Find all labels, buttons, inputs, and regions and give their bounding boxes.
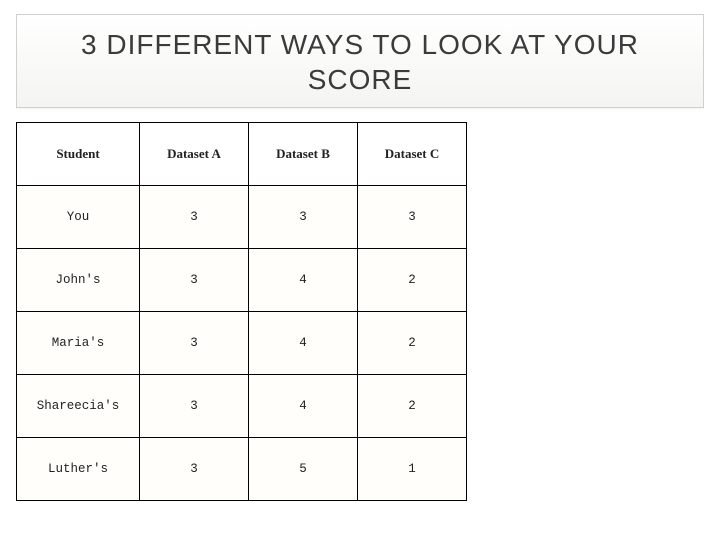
table-row: You 3 3 3 <box>17 186 467 249</box>
cell-dataset-a: 3 <box>140 438 249 501</box>
cell-dataset-a: 3 <box>140 186 249 249</box>
cell-dataset-c: 3 <box>358 186 467 249</box>
cell-dataset-b: 4 <box>249 249 358 312</box>
col-header-dataset-a: Dataset A <box>140 123 249 186</box>
cell-dataset-c: 2 <box>358 375 467 438</box>
cell-dataset-b: 4 <box>249 375 358 438</box>
cell-dataset-a: 3 <box>140 312 249 375</box>
cell-student: Luther's <box>17 438 140 501</box>
title-block: 3 DIFFERENT WAYS TO LOOK AT YOUR SCORE <box>16 14 704 108</box>
cell-dataset-c: 1 <box>358 438 467 501</box>
col-header-dataset-c: Dataset C <box>358 123 467 186</box>
score-table: Student Dataset A Dataset B Dataset C Yo… <box>16 122 467 501</box>
cell-student: Maria's <box>17 312 140 375</box>
page-title: 3 DIFFERENT WAYS TO LOOK AT YOUR SCORE <box>27 27 693 97</box>
cell-student: You <box>17 186 140 249</box>
score-table-wrap: Student Dataset A Dataset B Dataset C Yo… <box>16 122 704 501</box>
cell-dataset-b: 4 <box>249 312 358 375</box>
col-header-student: Student <box>17 123 140 186</box>
table-row: Shareecia's 3 4 2 <box>17 375 467 438</box>
cell-dataset-b: 3 <box>249 186 358 249</box>
slide: 3 DIFFERENT WAYS TO LOOK AT YOUR SCORE S… <box>0 0 720 540</box>
cell-dataset-c: 2 <box>358 312 467 375</box>
table-row: John's 3 4 2 <box>17 249 467 312</box>
cell-dataset-b: 5 <box>249 438 358 501</box>
table-row: Maria's 3 4 2 <box>17 312 467 375</box>
table-header-row: Student Dataset A Dataset B Dataset C <box>17 123 467 186</box>
cell-student: Shareecia's <box>17 375 140 438</box>
cell-dataset-a: 3 <box>140 375 249 438</box>
cell-student: John's <box>17 249 140 312</box>
col-header-dataset-b: Dataset B <box>249 123 358 186</box>
cell-dataset-c: 2 <box>358 249 467 312</box>
table-row: Luther's 3 5 1 <box>17 438 467 501</box>
cell-dataset-a: 3 <box>140 249 249 312</box>
